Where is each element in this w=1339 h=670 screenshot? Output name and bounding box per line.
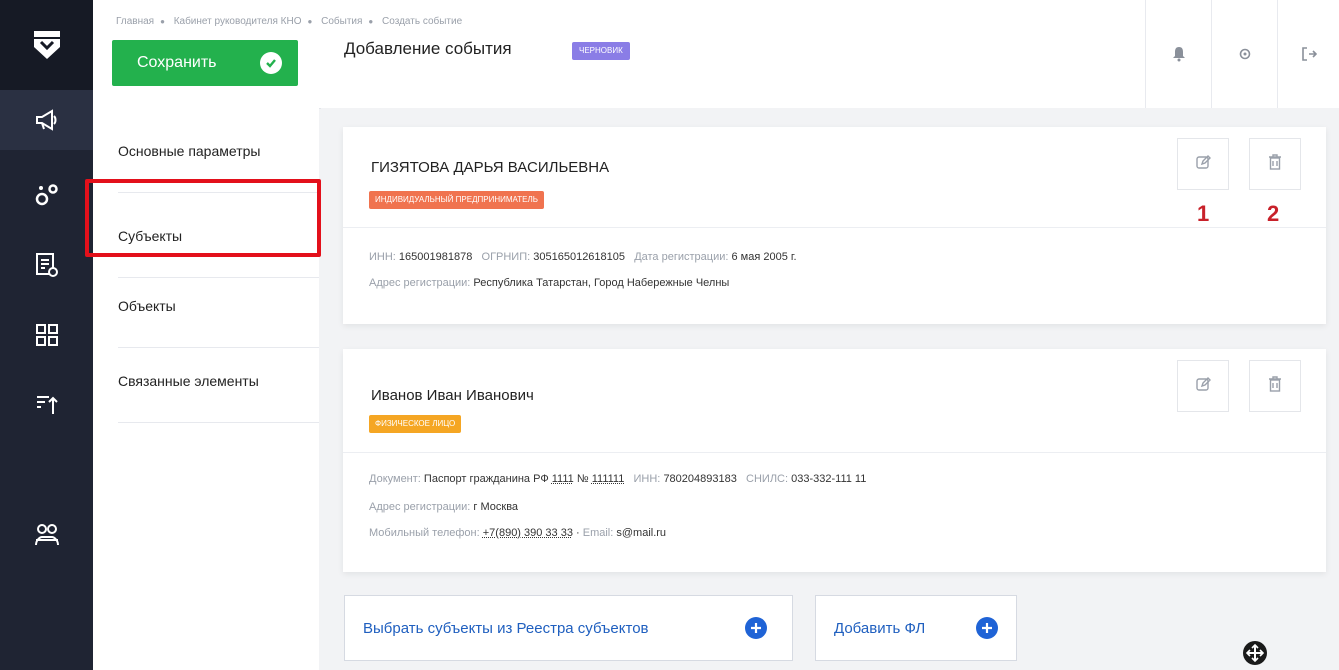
subject-type-badge: ИНДИВИДУАЛЬНЫЙ ПРЕДПРИНИМАТЕЛЬ <box>369 191 544 209</box>
megaphone-icon[interactable] <box>0 90 93 150</box>
sort-icon[interactable] <box>0 375 93 435</box>
users-icon[interactable] <box>0 505 93 565</box>
logout-icon[interactable] <box>1277 0 1339 108</box>
subject-address: Адрес регистрации: г Москва <box>369 501 518 513</box>
breadcrumb-item: Создать событие <box>382 16 462 27</box>
button-label: Выбрать субъекты из Реестра субъектов <box>363 620 649 637</box>
breadcrumb-item[interactable]: Главная <box>116 16 154 27</box>
nav-item-label: Связанные элементы <box>118 373 259 389</box>
save-button-label: Сохранить <box>137 54 217 72</box>
document-search-icon[interactable] <box>0 235 93 295</box>
nav-item-label: Объекты <box>118 298 176 314</box>
subject-details: Документ: Паспорт гражданина РФ 1111 № 1… <box>369 473 866 485</box>
plus-icon <box>976 617 998 639</box>
email-link[interactable]: s@mail.ru <box>616 527 666 539</box>
subject-name: Иванов Иван Иванович <box>371 387 534 404</box>
edit-button[interactable] <box>1177 360 1229 412</box>
button-label: Добавить ФЛ <box>834 620 925 637</box>
subject-details: ИНН: 165001981878 ОГРНИП: 30516501261810… <box>369 251 797 263</box>
edit-button[interactable] <box>1177 138 1229 190</box>
move-icon[interactable] <box>1240 638 1270 668</box>
left-rail <box>0 0 93 670</box>
subject-name: ГИЗЯТОВА ДАРЬЯ ВАСИЛЬЕВНА <box>371 159 609 176</box>
status-badge: ЧЕРНОВИК <box>572 42 630 60</box>
edit-icon <box>1195 376 1211 397</box>
annotation-marker-1: 1 <box>1197 201 1209 227</box>
trash-icon <box>1268 154 1282 175</box>
subject-address: Адрес регистрации: Республика Татарстан,… <box>369 277 729 289</box>
page-title: Добавление события <box>344 39 512 59</box>
delete-button[interactable] <box>1249 360 1301 412</box>
subject-type-badge: ФИЗИЧЕСКОЕ ЛИЦО <box>369 415 461 433</box>
add-person-button[interactable]: Добавить ФЛ <box>815 595 1017 661</box>
breadcrumb-item[interactable]: События <box>321 16 362 27</box>
nav-item-label: Основные параметры <box>118 143 260 159</box>
shield-logo-icon[interactable] <box>0 0 93 90</box>
phone-link[interactable]: +7(890) 390 33 33 <box>483 527 573 539</box>
nav-item-related[interactable]: Связанные элементы <box>93 338 319 423</box>
save-button[interactable]: Сохранить <box>112 40 298 86</box>
edit-icon <box>1195 154 1211 175</box>
delete-button[interactable] <box>1249 138 1301 190</box>
bell-icon[interactable] <box>1145 0 1212 108</box>
nav-item-objects[interactable]: Объекты <box>93 263 319 348</box>
subject-contacts: Мобильный телефон: +7(890) 390 33 33 · E… <box>369 527 666 539</box>
trash-icon <box>1268 376 1282 397</box>
gears-icon[interactable] <box>0 165 93 225</box>
annotation-marker-2: 2 <box>1267 201 1279 227</box>
grid-icon[interactable] <box>0 305 93 365</box>
plus-icon <box>745 617 767 639</box>
check-icon <box>260 52 282 74</box>
settings-icon[interactable] <box>1211 0 1278 108</box>
select-subjects-registry-button[interactable]: Выбрать субъекты из Реестра субъектов <box>344 595 793 661</box>
breadcrumb: Главная ● Кабинет руководителя КНО ● Событ… <box>116 16 462 27</box>
breadcrumb-item[interactable]: Кабинет руководителя КНО <box>174 16 302 27</box>
selection-highlight <box>85 179 321 257</box>
